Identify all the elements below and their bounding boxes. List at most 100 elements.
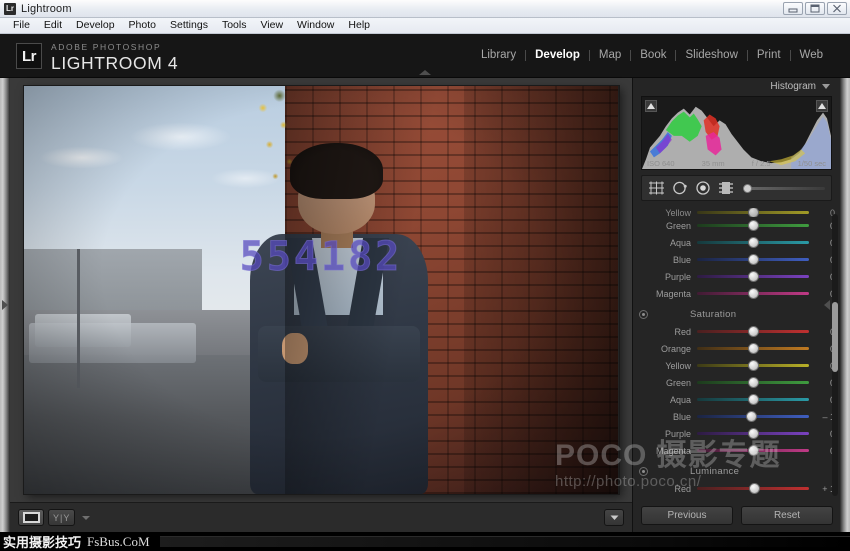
module-library[interactable]: Library	[472, 48, 525, 62]
hsl-slider-knob[interactable]	[748, 237, 759, 248]
exif-readout: ISO 640 35 mm f / 2.5 1/50 sec	[642, 159, 831, 168]
hsl-slider-track[interactable]	[697, 224, 809, 227]
hsl-slider-knob[interactable]	[748, 343, 759, 354]
graduated-filter-tool-button[interactable]	[718, 181, 734, 195]
hsl-slider-track[interactable]	[697, 330, 809, 333]
hsl-slider-label: Magenta	[639, 446, 697, 456]
hsl-slider-track[interactable]	[697, 258, 809, 261]
window-controls	[783, 2, 847, 15]
hsl-slider-knob[interactable]	[748, 428, 759, 439]
maximize-button[interactable]	[805, 2, 825, 15]
menu-file[interactable]: File	[6, 18, 37, 33]
hsl-slider-knob[interactable]	[748, 271, 759, 282]
menu-help[interactable]: Help	[341, 18, 377, 33]
hsl-slider-label: Red	[639, 484, 697, 494]
photo-vignette	[24, 86, 619, 494]
chevron-down-icon[interactable]	[822, 84, 830, 89]
histogram-graph[interactable]: ISO 640 35 mm f / 2.5 1/50 sec	[641, 96, 832, 170]
before-after-view-button[interactable]: Y|Y	[48, 509, 75, 526]
hsl-slider-knob[interactable]	[748, 288, 759, 299]
hsl-slider-track[interactable]	[697, 275, 809, 278]
brush-size-slider[interactable]	[743, 187, 825, 190]
menubar: File Edit Develop Photo Settings Tools V…	[0, 18, 850, 34]
photo-preview[interactable]: 554182	[24, 86, 619, 494]
hsl-slider-knob[interactable]	[748, 254, 759, 265]
canvas-toolbar: Y|Y	[10, 502, 632, 532]
hsl-slider-row: Purple0	[633, 268, 840, 285]
reset-button[interactable]: Reset	[741, 506, 833, 525]
menu-tools[interactable]: Tools	[215, 18, 254, 33]
canvas-toolbar-right	[604, 509, 624, 526]
brush-size-knob[interactable]	[743, 184, 752, 193]
target-adjustment-tool-icon[interactable]	[639, 310, 648, 319]
hsl-slider-knob[interactable]	[749, 483, 760, 494]
identity-plate[interactable]: Lr ADOBE PHOTOSHOP LIGHTROOM 4	[16, 39, 178, 73]
right-panel-scrollbar[interactable]	[832, 214, 838, 496]
menu-develop[interactable]: Develop	[69, 18, 122, 33]
menu-view[interactable]: View	[253, 18, 290, 33]
target-adjustment-tool-icon[interactable]	[639, 467, 648, 476]
toolbar-chevron-down-button[interactable]	[604, 509, 624, 526]
hsl-slider-track[interactable]	[697, 415, 809, 418]
module-book[interactable]: Book	[631, 48, 675, 62]
menu-settings[interactable]: Settings	[163, 18, 215, 33]
hsl-slider-track[interactable]	[697, 241, 809, 244]
loupe-view-button[interactable]	[18, 509, 44, 526]
highlight-clipping-button[interactable]	[816, 100, 828, 112]
right-panel: Histogram	[632, 78, 840, 532]
window-titlebar: Lr Lightroom	[0, 0, 850, 18]
histogram-header[interactable]: Histogram	[633, 78, 840, 94]
top-panel-collapse-arrow[interactable]	[419, 70, 431, 75]
shadow-clipping-button[interactable]	[645, 100, 657, 112]
spot-removal-tool-button[interactable]	[672, 180, 688, 196]
module-picker: Library Develop Map Book Slideshow Print…	[472, 48, 832, 62]
menu-photo[interactable]: Photo	[122, 18, 163, 33]
hsl-slider-knob[interactable]	[748, 394, 759, 405]
previous-button[interactable]: Previous	[641, 506, 733, 525]
hsl-slider-track[interactable]	[697, 449, 809, 452]
module-print[interactable]: Print	[748, 48, 790, 62]
hsl-slider-track[interactable]	[697, 292, 809, 295]
hsl-slider-label: Orange	[639, 344, 697, 354]
right-panel-collapse-arrow[interactable]	[824, 300, 830, 310]
module-slideshow[interactable]: Slideshow	[676, 48, 746, 62]
close-button[interactable]	[827, 2, 847, 15]
banner-chinese-text: 实用摄影技巧	[0, 532, 81, 551]
module-web[interactable]: Web	[791, 48, 832, 62]
menu-edit[interactable]: Edit	[37, 18, 69, 33]
hsl-slider-knob[interactable]	[746, 411, 757, 422]
hsl-slider-label: Aqua	[639, 238, 697, 248]
hsl-slider-track[interactable]	[697, 364, 809, 367]
hsl-slider-track[interactable]	[697, 211, 809, 214]
hsl-slider-label: Yellow	[639, 208, 697, 217]
hsl-slider-knob[interactable]	[748, 445, 759, 456]
banner-strip	[160, 536, 850, 547]
right-edge-rail[interactable]	[840, 78, 850, 532]
hsl-section-header-saturation: Saturation	[633, 306, 840, 323]
hsl-slider-knob[interactable]	[748, 360, 759, 371]
hsl-slider-track[interactable]	[697, 432, 809, 435]
minimize-button[interactable]	[783, 2, 803, 15]
hsl-slider-knob[interactable]	[748, 220, 759, 231]
hsl-slider-track[interactable]	[697, 487, 809, 490]
view-options-chevron-down-icon[interactable]	[82, 516, 90, 520]
crop-overlay-tool-button[interactable]	[648, 181, 665, 195]
module-map[interactable]: Map	[590, 48, 630, 62]
red-eye-correction-tool-button[interactable]	[695, 180, 711, 196]
left-panel-collapse-rail[interactable]	[0, 78, 10, 532]
hsl-slider-label: Green	[639, 221, 697, 231]
menu-window[interactable]: Window	[290, 18, 341, 33]
hsl-slider-track[interactable]	[697, 398, 809, 401]
hsl-slider-knob[interactable]	[748, 326, 759, 337]
hsl-slider-row: Yellow0	[633, 357, 840, 374]
module-develop[interactable]: Develop	[526, 48, 589, 62]
app-icon: Lr	[4, 3, 16, 15]
hsl-slider-track[interactable]	[697, 381, 809, 384]
hsl-slider-knob[interactable]	[748, 377, 759, 388]
hsl-slider-knob[interactable]	[748, 208, 759, 217]
scrollbar-thumb[interactable]	[832, 302, 838, 372]
hsl-slider-track[interactable]	[697, 347, 809, 350]
develop-tool-strip	[641, 175, 832, 201]
hsl-color-panel: Yellow0Green0Aqua0Blue0Purple0Magenta0Sa…	[633, 208, 840, 498]
loupe-view-icon	[23, 512, 40, 523]
